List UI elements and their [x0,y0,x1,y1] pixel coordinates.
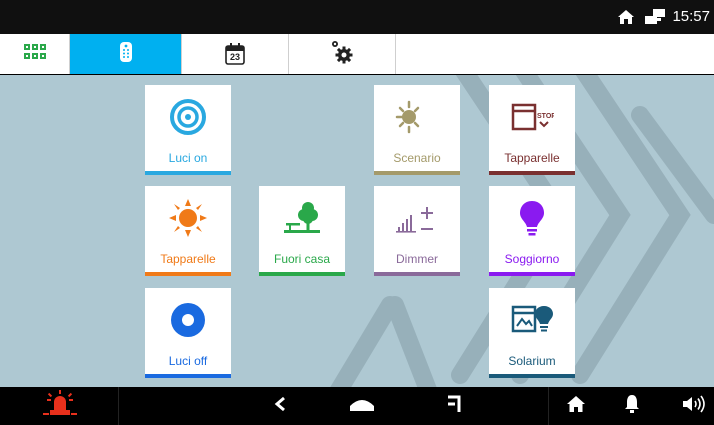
background-chevrons [330,75,714,387]
tab-remote[interactable] [70,34,182,74]
tab-settings[interactable] [289,34,396,74]
tile-label: Tapparelle [504,151,560,165]
home-status-icon [617,9,635,30]
remote-icon [119,41,133,68]
bell-button[interactable] [614,387,650,425]
tile-label: Solarium [508,354,556,368]
tile-underline [145,374,231,378]
tab-bar: 23 [0,34,714,74]
tile-label: Soggiorno [504,252,560,266]
house-icon [566,395,586,418]
target-icon [145,95,231,139]
tile-label: Fuori casa [273,252,331,266]
tile-label: Scenario [393,151,441,165]
sun-moon-icon [374,95,460,139]
tile-underline [145,171,231,175]
tile-solarium[interactable]: Solarium [489,288,575,378]
tile-tapparelle-sun[interactable]: Tapparelle [145,186,231,276]
circle-off-icon [145,298,231,342]
bell-icon [624,394,640,419]
recent-icon [446,394,462,419]
tile-label: Dimmer [396,252,438,266]
back-icon [274,396,286,417]
tree-bench-icon [259,196,345,240]
tile-luci-off[interactable]: Luci off [145,288,231,378]
tile-underline [259,272,345,276]
grid-icon [23,43,46,65]
tile-underline [489,171,575,175]
alarm-icon [43,389,77,423]
clock: 15:57 [672,8,710,25]
tile-scenario[interactable]: Scenario [374,85,460,175]
tile-label: Tapparelle [160,252,216,266]
status-bar: 15:57 [0,0,714,34]
recent-button[interactable] [432,387,476,425]
tab-calendar[interactable]: 23 [182,34,289,74]
tile-label: Luci on [168,151,208,165]
nav-bar [0,387,714,425]
network-status-icon [645,9,665,30]
bulb-icon [489,196,575,240]
calendar-day: 23 [229,52,240,62]
calendar-icon: 23 [225,43,245,65]
shutter-stop-icon: STOP [489,95,575,139]
tile-underline [374,272,460,276]
alarm-button[interactable] [30,387,90,425]
tile-tapparelle-stop[interactable]: STOP Tapparelle [489,85,575,175]
volume-icon [682,395,706,418]
tile-fuori-casa[interactable]: Fuori casa [259,186,345,276]
back-button[interactable] [258,387,302,425]
main-panel: Luci on Scenario STOP Tapparelle Tappare… [0,75,714,387]
nav-divider [118,387,119,425]
sun-icon [145,196,231,240]
house-button[interactable] [558,387,594,425]
gear-icon [331,40,353,69]
home-icon [349,396,375,417]
tile-underline [489,272,575,276]
tab-apps[interactable] [0,34,70,74]
svg-text:STOP: STOP [537,113,554,120]
tile-underline [145,272,231,276]
nav-divider [548,387,549,425]
tile-dimmer[interactable]: Dimmer [374,186,460,276]
volume-button[interactable] [674,387,714,425]
tile-underline [374,171,460,175]
tile-label: Luci off [168,354,208,368]
tile-luci-on[interactable]: Luci on [145,85,231,175]
dimmer-icon [374,196,460,240]
tab-bar-filler [396,34,714,74]
solarium-icon [489,298,575,342]
home-button[interactable] [340,387,384,425]
tile-underline [489,374,575,378]
tile-soggiorno[interactable]: Soggiorno [489,186,575,276]
